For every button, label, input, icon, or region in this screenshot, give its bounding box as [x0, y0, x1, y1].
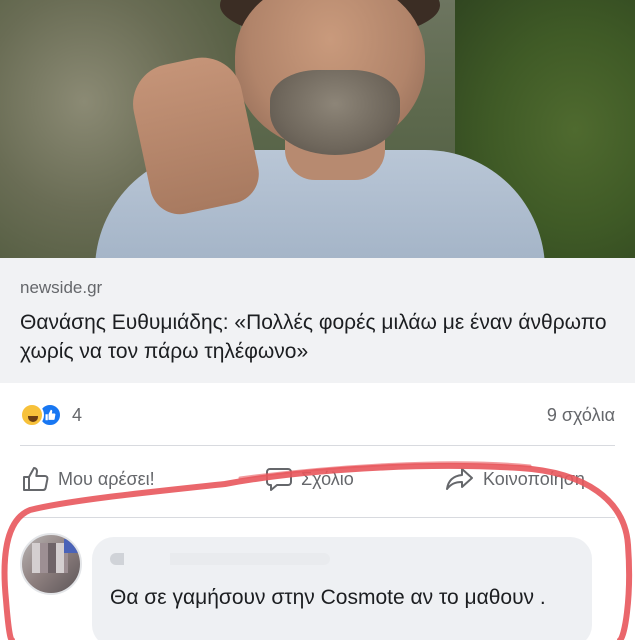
- post-image[interactable]: [0, 0, 635, 258]
- like-button[interactable]: Μου αρέσει!: [22, 466, 155, 492]
- link-headline[interactable]: Θανάσης Ευθυμιάδης: «Πολλές φορές μιλάω …: [20, 308, 615, 366]
- comment-label: Σχόλιο: [301, 468, 354, 489]
- reactions-row: 4 9 σχόλια: [0, 395, 635, 435]
- comment-author-name-blurred: [110, 553, 330, 565]
- avatar[interactable]: [20, 533, 82, 595]
- haha-emoji-icon[interactable]: [20, 403, 44, 427]
- comment-bubble[interactable]: Θα σε γαμήσουν στην Cosmote αν το μαθουν…: [92, 537, 592, 640]
- share-label: Κοινοποίηση: [483, 468, 585, 489]
- share-button[interactable]: Κοινοποίηση: [445, 466, 585, 492]
- comment-text: Θα σε γαμήσουν στην Cosmote αν το μαθουν…: [110, 586, 546, 609]
- divider: [20, 445, 615, 446]
- beard: [270, 70, 400, 155]
- thumbs-up-icon: [23, 467, 49, 491]
- comment-count[interactable]: 9 σχόλια: [547, 405, 615, 426]
- share-arrow-icon: [446, 468, 473, 490]
- comment-button[interactable]: Σχόλιο: [265, 466, 354, 492]
- action-bar: Μου αρέσει! Σχόλιο Κοινοποίηση: [0, 462, 635, 506]
- thumbs-up-glyph: [45, 409, 56, 421]
- link-preview[interactable]: newside.gr Θανάσης Ευθυμιάδης: «Πολλές φ…: [0, 258, 635, 383]
- comment-icon: [266, 468, 292, 491]
- divider: [20, 517, 615, 518]
- like-label: Μου αρέσει!: [58, 468, 155, 489]
- reaction-count[interactable]: 4: [72, 405, 82, 426]
- link-source: newside.gr: [20, 278, 103, 297]
